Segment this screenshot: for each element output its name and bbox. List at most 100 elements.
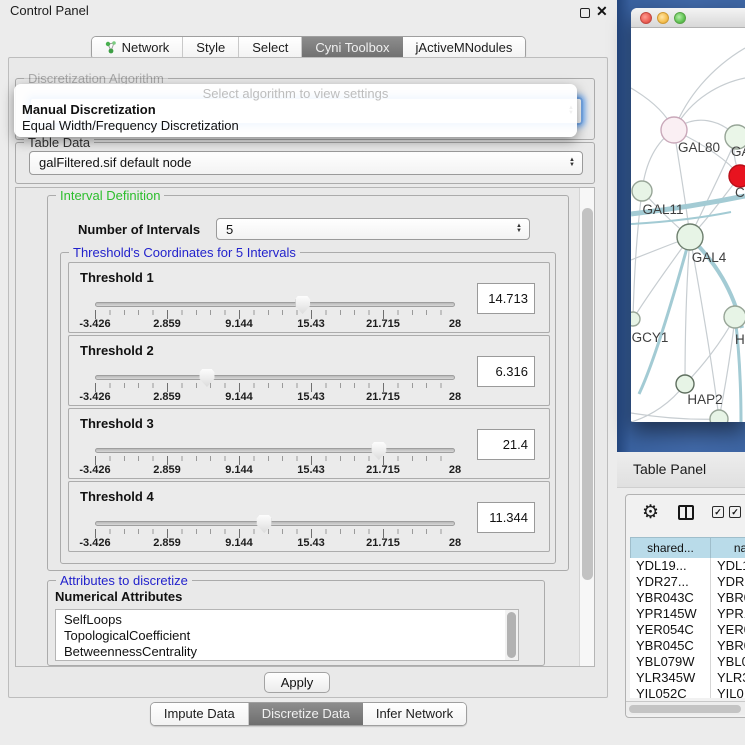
minimize-traffic-light-icon[interactable]	[657, 12, 669, 24]
tick-label: 2.859	[153, 318, 181, 330]
attribute-list-item[interactable]: TopologicalCoefficient	[64, 628, 518, 644]
tab-style[interactable]: Style	[183, 37, 239, 59]
combo-arrows-icon: ▲▼	[569, 158, 575, 168]
scrollbar-thumb[interactable]	[582, 208, 593, 580]
table-cell: YPR1	[711, 606, 745, 622]
tab-network[interactable]: Network	[92, 37, 184, 59]
threshold-value-field[interactable]: 6.316	[477, 356, 535, 387]
threshold-value-field[interactable]: 11.344	[477, 502, 535, 533]
threshold-slider-track[interactable]	[95, 521, 455, 526]
attributes-listbox[interactable]: SelfLoopsTopologicalCoefficientBetweenne…	[55, 609, 519, 661]
table-cell: YER0	[711, 622, 745, 638]
network-node-label: GAL80	[678, 140, 720, 155]
table-cell: YPR145W	[630, 606, 711, 622]
tab-label: Discretize Data	[262, 706, 350, 721]
scrollbar-thumb[interactable]	[629, 705, 741, 713]
slider-tick-labels: -3.4262.8599.14415.4321.71528	[95, 318, 455, 330]
table-row[interactable]: YBL079WYBL0	[630, 654, 745, 670]
tab-infer-network[interactable]: Infer Network	[363, 703, 466, 725]
tab-label: Impute Data	[164, 706, 235, 721]
close-traffic-light-icon[interactable]	[640, 12, 652, 24]
table-row[interactable]: YIL052CYIL0	[630, 686, 745, 698]
apply-button[interactable]: Apply	[264, 672, 330, 693]
threshold-value-field[interactable]: 14.713	[477, 283, 535, 314]
settings-scrollbar[interactable]	[579, 188, 594, 666]
tab-discretize-data[interactable]: Discretize Data	[249, 703, 363, 725]
tick-label: -3.426	[79, 537, 110, 549]
tick-label: 15.43	[297, 537, 325, 549]
tick-label: 28	[449, 318, 461, 330]
tab-label: Select	[252, 40, 288, 55]
cyni-toolbox-panel: Discretization Algorithm ▲▼ Table Data g…	[8, 57, 608, 698]
table-row[interactable]: YDL19...YDL1	[630, 558, 745, 574]
table-cell: YDL19...	[630, 558, 711, 574]
column-header-shared-name[interactable]: shared...	[630, 537, 711, 559]
tick-label: 21.715	[366, 537, 400, 549]
tab-cyni-toolbox[interactable]: Cyni Toolbox	[302, 37, 402, 59]
attributes-list-scrollbar[interactable]	[505, 610, 518, 660]
network-node[interactable]	[729, 165, 745, 187]
scrollbar-thumb[interactable]	[507, 612, 516, 658]
table-row[interactable]: YER054CYER0	[630, 622, 745, 638]
tab-label: Infer Network	[376, 706, 453, 721]
threshold-slider-track[interactable]	[95, 375, 455, 380]
tick-label: -3.426	[79, 318, 110, 330]
dropdown-option-manual[interactable]: Manual Discretization	[14, 102, 577, 118]
table-data-group: Table Data galFiltered.sif default node …	[15, 142, 595, 184]
tick-label: 9.144	[225, 391, 253, 403]
table-cell: YBR0	[711, 590, 745, 606]
close-icon[interactable]: ✕	[596, 3, 608, 20]
settings-viewport: Interval Definition Number of Intervals …	[15, 187, 595, 667]
right-side: GAL80GACGAL11GAL4HGCY1HAP2 Table Panel ⚙…	[617, 0, 745, 745]
checkbox-icon[interactable]: ✓	[712, 506, 724, 518]
control-panel: Control Panel ✕ NetworkStyleSelectCyni T…	[0, 0, 617, 745]
tick-label: 2.859	[153, 391, 181, 403]
attributes-group: Attributes to discretize Numerical Attri…	[47, 580, 545, 666]
tick-label: 2.859	[153, 464, 181, 476]
tick-label: 15.43	[297, 318, 325, 330]
network-node[interactable]	[724, 306, 745, 328]
tab-impute-data[interactable]: Impute Data	[151, 703, 249, 725]
network-canvas[interactable]: GAL80GACGAL11GAL4HGCY1HAP2	[631, 28, 745, 422]
threshold-panel-1: Threshold 1-3.4262.8599.14415.4321.71528…	[68, 262, 550, 333]
column-layout-icon[interactable]	[678, 505, 694, 520]
attribute-list-item[interactable]: SelfLoops	[64, 612, 518, 628]
table-row[interactable]: YBR045CYBR0	[630, 638, 745, 654]
zoom-traffic-light-icon[interactable]	[674, 12, 686, 24]
threshold-slider-track[interactable]	[95, 302, 455, 307]
network-window: GAL80GACGAL11GAL4HGCY1HAP2	[631, 8, 745, 422]
network-node[interactable]	[677, 224, 703, 250]
table-horizontal-scrollbar[interactable]	[626, 701, 745, 715]
network-node[interactable]	[631, 312, 640, 326]
network-node-label: HAP2	[687, 392, 722, 407]
table-cell: YLR345W	[630, 670, 711, 686]
table-row[interactable]: YBR043CYBR0	[630, 590, 745, 606]
table-panel-titlebar: Table Panel	[617, 452, 745, 488]
table-data-combobox[interactable]: galFiltered.sif default node ▲▼	[29, 151, 583, 175]
table-row[interactable]: YLR345WYLR3	[630, 670, 745, 686]
number-of-intervals-combobox[interactable]: 5 ▲▼	[216, 218, 530, 240]
attribute-list-item[interactable]: BetweennessCentrality	[64, 644, 518, 660]
table-cell: YDR2	[711, 574, 745, 590]
table-cell: YIL052C	[630, 686, 711, 698]
table-row[interactable]: YDR27...YDR2	[630, 574, 745, 590]
tick-label: 9.144	[225, 464, 253, 476]
column-header-name[interactable]: na	[711, 537, 745, 559]
checkbox-icon[interactable]: ✓	[729, 506, 741, 518]
network-node[interactable]	[632, 181, 652, 201]
table-row[interactable]: YPR145WYPR1	[630, 606, 745, 622]
float-window-icon[interactable]	[580, 8, 590, 18]
network-node[interactable]	[710, 410, 728, 422]
tab-select[interactable]: Select	[239, 37, 302, 59]
table-rows: YDL19...YDL1YDR27...YDR2YBR043CYBR0YPR14…	[630, 558, 745, 698]
network-node[interactable]	[676, 375, 694, 393]
dropdown-option-equal-width[interactable]: Equal Width/Frequency Discretization	[14, 118, 577, 134]
tab-jactivemnodules[interactable]: jActiveMNodules	[403, 37, 526, 59]
tick-label: -3.426	[79, 391, 110, 403]
threshold-slider-track[interactable]	[95, 448, 455, 453]
gear-icon[interactable]: ⚙	[642, 501, 659, 524]
tick-label: 9.144	[225, 318, 253, 330]
table-data-title: Table Data	[24, 135, 94, 150]
slider-tick-labels: -3.4262.8599.14415.4321.71528	[95, 391, 455, 403]
threshold-value-field[interactable]: 21.4	[477, 429, 535, 460]
